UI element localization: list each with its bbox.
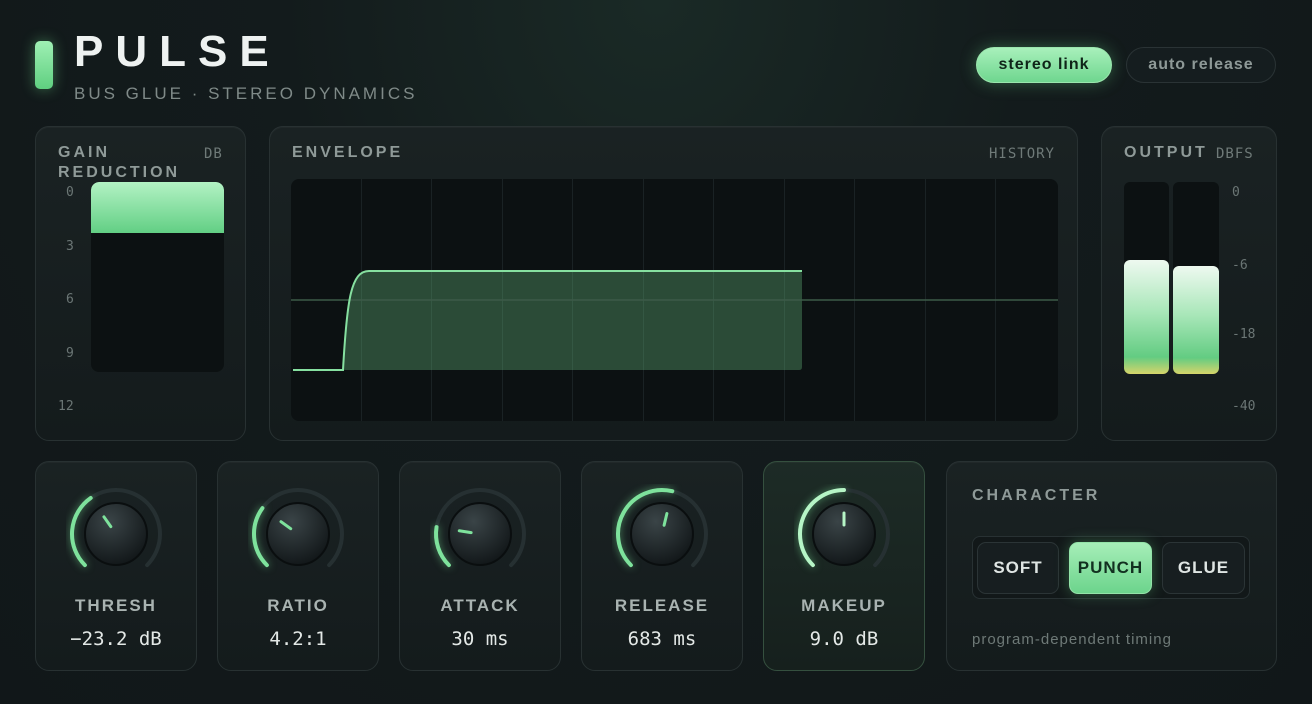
knob-value-arc xyxy=(434,525,451,568)
knob-value-arc xyxy=(252,506,269,568)
ratio-label: RATIO xyxy=(267,596,329,615)
ratio-knob[interactable] xyxy=(248,484,348,584)
output-meter-left xyxy=(1124,182,1169,374)
gr-scale-tick: 6 xyxy=(66,292,74,307)
envelope-fill xyxy=(343,271,802,370)
thresh-value: −23.2 dB xyxy=(70,628,162,650)
attack-value: 30 ms xyxy=(451,628,509,650)
gr-scale-tick: 0 xyxy=(66,185,74,200)
brand-indicator xyxy=(35,41,53,89)
gr-scale-tick: 3 xyxy=(66,239,74,254)
thresh-knob-panel: THRESH −23.2 dB xyxy=(35,461,197,671)
envelope-display xyxy=(291,179,1058,421)
character-soft-button[interactable]: SOFT xyxy=(977,542,1059,594)
gain-reduction-unit: DB xyxy=(204,146,223,162)
release-knob-panel: RELEASE 683 ms xyxy=(581,461,743,671)
stereo-link-toggle[interactable]: stereo link xyxy=(976,47,1112,83)
attack-knob[interactable] xyxy=(430,484,530,584)
character-punch-button[interactable]: PUNCH xyxy=(1069,542,1152,594)
gr-scale-tick: 12 xyxy=(58,399,74,414)
character-glue-button[interactable]: GLUE xyxy=(1162,542,1245,594)
attack-label: ATTACK xyxy=(440,596,520,615)
output-meter-right xyxy=(1173,182,1219,374)
plugin-subtitle: BUS GLUE · STEREO DYNAMICS xyxy=(74,84,418,103)
gain-reduction-panel: GAIN REDUCTION DB 0 3 6 9 12 xyxy=(35,126,246,441)
envelope-title: ENVELOPE xyxy=(292,144,404,161)
makeup-label: MAKEUP xyxy=(801,596,887,615)
envelope-panel: ENVELOPE HISTORY xyxy=(269,126,1078,441)
gain-reduction-title: GAIN REDUCTION xyxy=(58,144,181,181)
thresh-knob[interactable] xyxy=(66,484,166,584)
makeup-knob-panel: MAKEUP 9.0 dB xyxy=(763,461,925,671)
release-knob[interactable] xyxy=(612,484,712,584)
output-meter-right-fill xyxy=(1173,266,1219,374)
output-meter-left-fill xyxy=(1124,260,1169,374)
makeup-value: 9.0 dB xyxy=(809,628,879,650)
knob-cap xyxy=(630,502,694,566)
gain-reduction-fill xyxy=(91,182,224,233)
release-label: RELEASE xyxy=(614,596,710,615)
envelope-graph xyxy=(291,179,1058,421)
output-scale-tick: -6 xyxy=(1232,258,1248,273)
knob-pointer xyxy=(457,529,473,535)
plugin-title: PULSE xyxy=(74,27,281,76)
character-note: program-dependent timing xyxy=(972,631,1172,648)
output-panel: OUTPUT DBFS 0 -6 -18 -40 xyxy=(1101,126,1277,441)
ratio-knob-panel: RATIO 4.2:1 xyxy=(217,461,379,671)
ratio-value: 4.2:1 xyxy=(269,628,327,650)
gain-reduction-meter xyxy=(91,182,224,372)
output-title: OUTPUT xyxy=(1124,144,1208,161)
knob-cap xyxy=(266,502,330,566)
knob-cap xyxy=(84,502,148,566)
auto-release-toggle[interactable]: auto release xyxy=(1126,47,1276,83)
thresh-label: THRESH xyxy=(75,596,157,615)
gr-scale-tick: 9 xyxy=(66,346,74,361)
output-scale-tick: -40 xyxy=(1232,399,1256,414)
attack-knob-panel: ATTACK 30 ms xyxy=(399,461,561,671)
knob-cap xyxy=(448,502,512,566)
output-unit: DBFS xyxy=(1216,146,1254,162)
makeup-knob[interactable] xyxy=(794,484,894,584)
release-value: 683 ms xyxy=(627,628,697,650)
character-title: CHARACTER xyxy=(972,487,1101,504)
envelope-history-label[interactable]: HISTORY xyxy=(989,144,1055,164)
output-scale-tick: -18 xyxy=(1232,327,1256,342)
output-scale-tick: 0 xyxy=(1232,185,1240,200)
